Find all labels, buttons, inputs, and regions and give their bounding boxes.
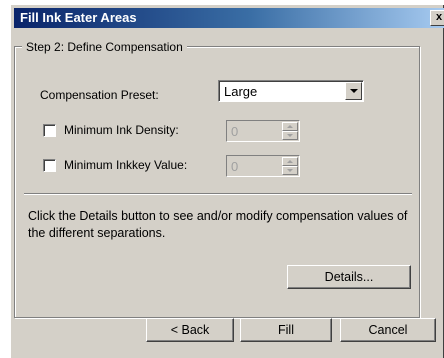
min-ink-density-label: Minimum Ink Density: — [64, 123, 179, 137]
compensation-preset-select[interactable]: Large — [218, 80, 364, 102]
back-button[interactable]: < Back — [146, 318, 234, 342]
spin-down-icon[interactable] — [282, 131, 298, 140]
spin-down-icon[interactable] — [282, 166, 298, 175]
min-inkkey-value-checkbox[interactable] — [43, 159, 56, 172]
min-inkkey-value-value: 0 — [231, 159, 239, 174]
title-bar[interactable]: Fill Ink Eater Areas x — [14, 8, 444, 28]
min-ink-density-stepper[interactable]: 0 — [226, 120, 300, 142]
group-legend: Step 2: Define Compensation — [22, 40, 187, 54]
details-button[interactable]: Details... — [287, 265, 411, 289]
close-button[interactable]: x — [430, 10, 444, 26]
spin-up-icon[interactable] — [282, 122, 298, 131]
fill-button[interactable]: Fill — [240, 318, 332, 342]
window-title: Fill Ink Eater Areas — [20, 10, 137, 25]
min-inkkey-value-label: Minimum Inkkey Value: — [64, 158, 188, 172]
chevron-down-icon — [350, 89, 358, 93]
min-ink-density-checkbox[interactable] — [43, 124, 56, 137]
compensation-preset-value: Large — [224, 84, 258, 99]
separator — [24, 193, 412, 195]
details-info-text: Click the Details button to see and/or m… — [28, 209, 408, 240]
spin-up-icon[interactable] — [282, 157, 298, 166]
min-ink-density-value: 0 — [231, 124, 239, 139]
min-inkkey-value-stepper[interactable]: 0 — [226, 155, 300, 177]
dropdown-arrow-button[interactable] — [345, 82, 362, 100]
cancel-button[interactable]: Cancel — [340, 318, 436, 342]
compensation-preset-label: Compensation Preset: — [40, 88, 159, 102]
